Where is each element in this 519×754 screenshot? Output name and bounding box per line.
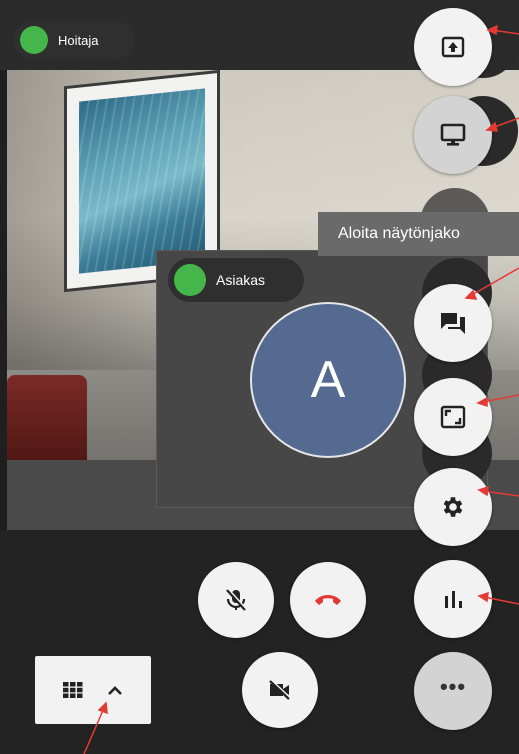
share-screen-button[interactable]: [414, 8, 492, 86]
chevron-up-icon: [108, 686, 122, 695]
local-name-label: Asiakas: [216, 272, 266, 288]
mic-off-icon: [226, 588, 248, 611]
presence-dot: [174, 264, 206, 296]
mute-microphone-button[interactable]: [198, 562, 274, 638]
camera-off-button[interactable]: [242, 652, 318, 728]
more-icon: •••: [439, 674, 467, 699]
grid-icon: [63, 682, 83, 698]
more-button[interactable]: •••: [414, 652, 492, 730]
camera-off-icon: [269, 679, 292, 700]
stats-button[interactable]: [414, 560, 492, 638]
avatar-initial: A: [310, 351, 346, 409]
remote-name-label: Hoitaja: [58, 32, 99, 48]
red-chair: [7, 375, 87, 465]
settings-button[interactable]: [414, 468, 492, 546]
video-call-screen: Hoitaja Asiakas A Aloita näytönjako •••: [0, 0, 519, 754]
local-avatar: A: [250, 302, 406, 458]
fullscreen-button[interactable]: [414, 378, 492, 456]
hangup-icon: [315, 595, 341, 605]
chat-icon: [441, 313, 465, 334]
share-screen-icon: [441, 36, 465, 58]
gear-icon: [443, 497, 463, 517]
local-name-pill: Asiakas: [168, 258, 304, 302]
remote-name-pill: Hoitaja: [14, 20, 134, 60]
monitor-icon: [440, 123, 466, 146]
poster-art: [79, 88, 205, 274]
presence-dot: [20, 26, 48, 54]
poster-streaks: [79, 88, 205, 274]
fullscreen-icon: [440, 405, 466, 429]
stats-icon: [445, 591, 462, 608]
layout-toggle-button[interactable]: [35, 656, 151, 724]
tooltip-text: Aloita näytönjako: [338, 225, 460, 242]
share-screen-tooltip: Aloita näytönjako: [318, 212, 519, 256]
chat-button[interactable]: [414, 284, 492, 362]
monitor-button[interactable]: [414, 96, 492, 174]
hangup-button[interactable]: [290, 562, 366, 638]
